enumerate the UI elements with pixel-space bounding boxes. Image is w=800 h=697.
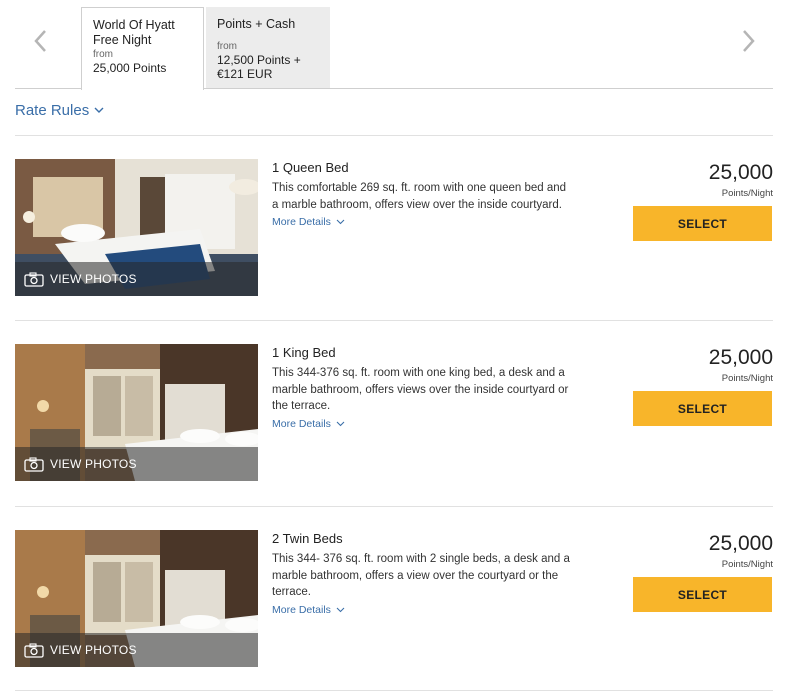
more-details-link[interactable]: More Details xyxy=(272,604,572,616)
view-photos-bar: VIEW PHOTOS xyxy=(15,262,258,296)
more-details-label: More Details xyxy=(272,417,331,430)
more-details-label: More Details xyxy=(272,216,331,228)
more-details-label: More Details xyxy=(272,603,331,616)
more-details-link[interactable]: More Details xyxy=(272,216,572,228)
view-photos-label: VIEW PHOTOS xyxy=(50,643,137,657)
next-arrow-button[interactable] xyxy=(737,28,759,54)
tab-free-night[interactable]: World Of Hyatt Free Night from 25,000 Po… xyxy=(81,7,204,90)
price-unit: Points/Night xyxy=(721,559,773,570)
chevron-left-icon xyxy=(34,30,46,52)
room-description: This 344-376 sq. ft. room with one king … xyxy=(272,367,569,412)
room-photo[interactable]: VIEW PHOTOS xyxy=(15,159,258,296)
camera-icon xyxy=(24,456,44,472)
chevron-down-icon xyxy=(336,421,345,426)
room-description: This 344- 376 sq. ft. room with 2 single… xyxy=(272,553,570,598)
view-photos-label: VIEW PHOTOS xyxy=(50,272,137,286)
price-column: 25,000 Points/Night SELECT xyxy=(633,530,773,612)
chevron-down-icon xyxy=(336,219,345,225)
tab-price: 25,000 Points xyxy=(93,61,167,75)
room-photo[interactable]: VIEW PHOTOS xyxy=(15,344,258,481)
room-info: 1 Queen Bed This comfortable 269 sq. ft.… xyxy=(272,159,572,228)
section-divider xyxy=(15,320,773,321)
view-photos-bar: VIEW PHOTOS xyxy=(15,633,258,667)
room-price: 25,000 xyxy=(708,161,773,184)
room-card-queen: VIEW PHOTOS 1 Queen Bed This comfortable… xyxy=(15,159,773,297)
camera-icon xyxy=(24,642,44,658)
rate-rules-toggle[interactable]: Rate Rules xyxy=(15,102,104,119)
price-column: 25,000 Points/Night SELECT xyxy=(633,159,773,241)
select-button[interactable]: SELECT xyxy=(633,206,772,241)
select-button[interactable]: SELECT xyxy=(633,577,772,612)
room-photo[interactable]: VIEW PHOTOS xyxy=(15,530,258,667)
view-photos-bar: VIEW PHOTOS xyxy=(15,447,258,481)
price-unit: Points/Night xyxy=(721,188,773,199)
chevron-down-icon xyxy=(94,107,104,113)
room-price: 25,000 xyxy=(708,346,773,369)
price-column: 25,000 Points/Night SELECT xyxy=(633,344,773,426)
tab-price: 12,500 Points + €121 EUR xyxy=(217,53,301,81)
tab-from-label: from xyxy=(217,41,237,52)
tab-points-cash[interactable]: Points + Cash from 12,500 Points + €121 … xyxy=(206,7,330,89)
price-unit: Points/Night xyxy=(721,373,773,384)
room-title: 1 Queen Bed xyxy=(272,160,349,175)
room-description: This comfortable 269 sq. ft. room with o… xyxy=(272,182,567,211)
room-card-king: VIEW PHOTOS 1 King Bed This 344-376 sq. … xyxy=(15,344,773,482)
more-details-link[interactable]: More Details xyxy=(272,418,572,430)
chevron-down-icon xyxy=(336,607,345,612)
select-button[interactable]: SELECT xyxy=(633,391,772,426)
tab-title: World Of Hyatt Free Night xyxy=(93,18,175,47)
room-info: 1 King Bed This 344-376 sq. ft. room wit… xyxy=(272,344,572,430)
section-divider xyxy=(15,135,773,136)
section-divider xyxy=(15,506,773,507)
room-card-twin: VIEW PHOTOS 2 Twin Beds This 344- 376 sq… xyxy=(15,530,773,668)
tab-title: Points + Cash xyxy=(217,17,296,31)
previous-arrow-button[interactable] xyxy=(30,28,52,54)
chevron-right-icon xyxy=(743,30,755,52)
room-title: 1 King Bed xyxy=(272,345,336,360)
camera-icon xyxy=(24,271,44,287)
tab-from-label: from xyxy=(93,49,113,60)
room-title: 2 Twin Beds xyxy=(272,531,343,546)
view-photos-label: VIEW PHOTOS xyxy=(50,457,137,471)
section-divider xyxy=(15,690,773,691)
room-info: 2 Twin Beds This 344- 376 sq. ft. room w… xyxy=(272,530,572,616)
rate-rules-label: Rate Rules xyxy=(15,102,90,119)
room-price: 25,000 xyxy=(708,532,773,555)
